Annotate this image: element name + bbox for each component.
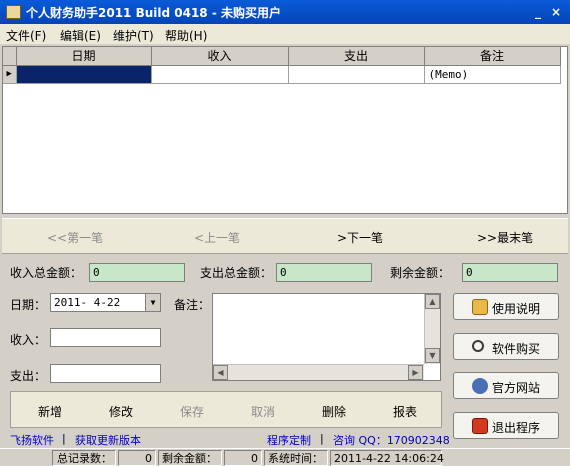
first-record-button[interactable]: <<第一笔 bbox=[47, 229, 103, 246]
grid-header-row: 日期 收入 支出 备注 bbox=[3, 47, 561, 66]
company-link[interactable]: 飞扬软件 bbox=[10, 432, 54, 448]
column-header-income[interactable]: 收入 bbox=[151, 47, 289, 66]
buy-button[interactable]: 软件购买 bbox=[453, 333, 559, 360]
custom-link[interactable]: 程序定制 bbox=[267, 432, 311, 448]
edit-button[interactable]: 修改 bbox=[109, 403, 133, 420]
link-separator: | bbox=[62, 432, 66, 445]
cell-memo[interactable]: (Memo) bbox=[424, 65, 561, 84]
income-total-label: 收入总金额： bbox=[10, 266, 83, 280]
briefcase-icon bbox=[472, 299, 488, 315]
save-button[interactable]: 保存 bbox=[180, 403, 204, 420]
date-value: 2011- 4-22 bbox=[54, 296, 121, 309]
menu-edit[interactable]: 编辑(E) bbox=[60, 27, 101, 44]
income-input-label: 收入： bbox=[10, 333, 47, 347]
date-label: 日期： bbox=[10, 298, 47, 312]
scroll-right-icon[interactable]: ▶ bbox=[408, 365, 423, 380]
report-button[interactable]: 报表 bbox=[393, 403, 417, 420]
cancel-button[interactable]: 取消 bbox=[251, 403, 275, 420]
expense-input[interactable] bbox=[50, 364, 161, 383]
scroll-up-icon[interactable]: ▲ bbox=[425, 294, 440, 309]
manual-button[interactable]: 使用说明 bbox=[453, 293, 559, 320]
records-count-label: 总记录数： bbox=[52, 450, 116, 466]
cell-income[interactable] bbox=[151, 65, 289, 84]
remain-total-label: 剩余金额： bbox=[390, 266, 451, 280]
remain-total-field: 0 bbox=[462, 263, 558, 282]
minimize-button[interactable]: _ bbox=[530, 4, 546, 20]
key-icon bbox=[472, 340, 484, 352]
memo-horizontal-scrollbar[interactable]: ◀ ▶ bbox=[213, 364, 424, 380]
system-time-value: 2011-4-22 14:06:24 bbox=[330, 450, 444, 466]
expense-input-label: 支出： bbox=[10, 369, 47, 383]
close-button[interactable]: × bbox=[548, 4, 564, 20]
last-record-button[interactable]: >>最末笔 bbox=[477, 229, 533, 246]
menu-maintain[interactable]: 维护(T) bbox=[113, 27, 154, 44]
menu-help[interactable]: 帮助(H) bbox=[165, 27, 207, 44]
memo-vertical-scrollbar[interactable]: ▲ ▼ bbox=[424, 294, 440, 364]
menu-bar: 文件(F) 编辑(E) 维护(T) 帮助(H) bbox=[0, 24, 570, 44]
qq-link[interactable]: 咨询 QQ：170902348 bbox=[333, 432, 450, 448]
update-link[interactable]: 获取更新版本 bbox=[75, 432, 141, 448]
action-bar: 新增 修改 保存 取消 删除 报表 bbox=[10, 391, 442, 428]
status-bar: 总记录数： 0 剩余金额： 0 系统时间： 2011-4-22 14:06:24 bbox=[0, 448, 570, 466]
column-header-memo[interactable]: 备注 bbox=[424, 47, 561, 66]
memo-label: 备注： bbox=[174, 298, 211, 312]
title-bar: 个人财务助手2011 Build 0418 - 未购买用户 _ × bbox=[0, 0, 570, 24]
column-header-date[interactable]: 日期 bbox=[16, 47, 152, 66]
records-grid[interactable]: 日期 收入 支出 备注 ▶ (Memo) bbox=[2, 46, 568, 214]
app-icon bbox=[6, 5, 21, 19]
cell-expense[interactable] bbox=[288, 65, 425, 84]
power-icon bbox=[472, 418, 488, 434]
cell-date[interactable] bbox=[16, 65, 152, 84]
income-total-field: 0 bbox=[89, 263, 185, 282]
chevron-down-icon[interactable]: ▼ bbox=[145, 294, 160, 311]
add-button[interactable]: 新增 bbox=[38, 403, 62, 420]
expense-total-label: 支出总金额： bbox=[200, 266, 273, 280]
exit-button[interactable]: 退出程序 bbox=[453, 412, 559, 439]
menu-file[interactable]: 文件(F) bbox=[6, 27, 46, 44]
record-navigator: <<第一笔 <上一笔 >下一笔 >>最末笔 bbox=[2, 218, 568, 254]
row-indicator-icon: ▶ bbox=[3, 65, 17, 84]
status-remain-label: 剩余金额： bbox=[158, 450, 222, 466]
income-input[interactable] bbox=[50, 328, 161, 347]
scroll-left-icon[interactable]: ◀ bbox=[213, 365, 228, 380]
system-time-label: 系统时间： bbox=[264, 450, 328, 466]
records-count-value: 0 bbox=[118, 450, 156, 466]
prev-record-button[interactable]: <上一笔 bbox=[194, 229, 240, 246]
status-remain-value: 0 bbox=[224, 450, 262, 466]
grid-header-corner bbox=[3, 47, 17, 66]
users-icon bbox=[472, 378, 488, 394]
next-record-button[interactable]: >下一笔 bbox=[337, 229, 383, 246]
website-button[interactable]: 官方网站 bbox=[453, 372, 559, 399]
table-row[interactable]: ▶ (Memo) bbox=[3, 65, 561, 84]
scroll-down-icon[interactable]: ▼ bbox=[425, 348, 440, 363]
window-title: 个人财务助手2011 Build 0418 - 未购买用户 bbox=[26, 6, 281, 20]
expense-total-field: 0 bbox=[276, 263, 372, 282]
delete-button[interactable]: 删除 bbox=[322, 403, 346, 420]
column-header-expense[interactable]: 支出 bbox=[288, 47, 425, 66]
link-separator: | bbox=[320, 432, 324, 445]
date-picker[interactable]: 2011- 4-22 ▼ bbox=[50, 293, 161, 312]
memo-textarea[interactable]: ▲ ▼ ◀ ▶ bbox=[212, 293, 441, 381]
